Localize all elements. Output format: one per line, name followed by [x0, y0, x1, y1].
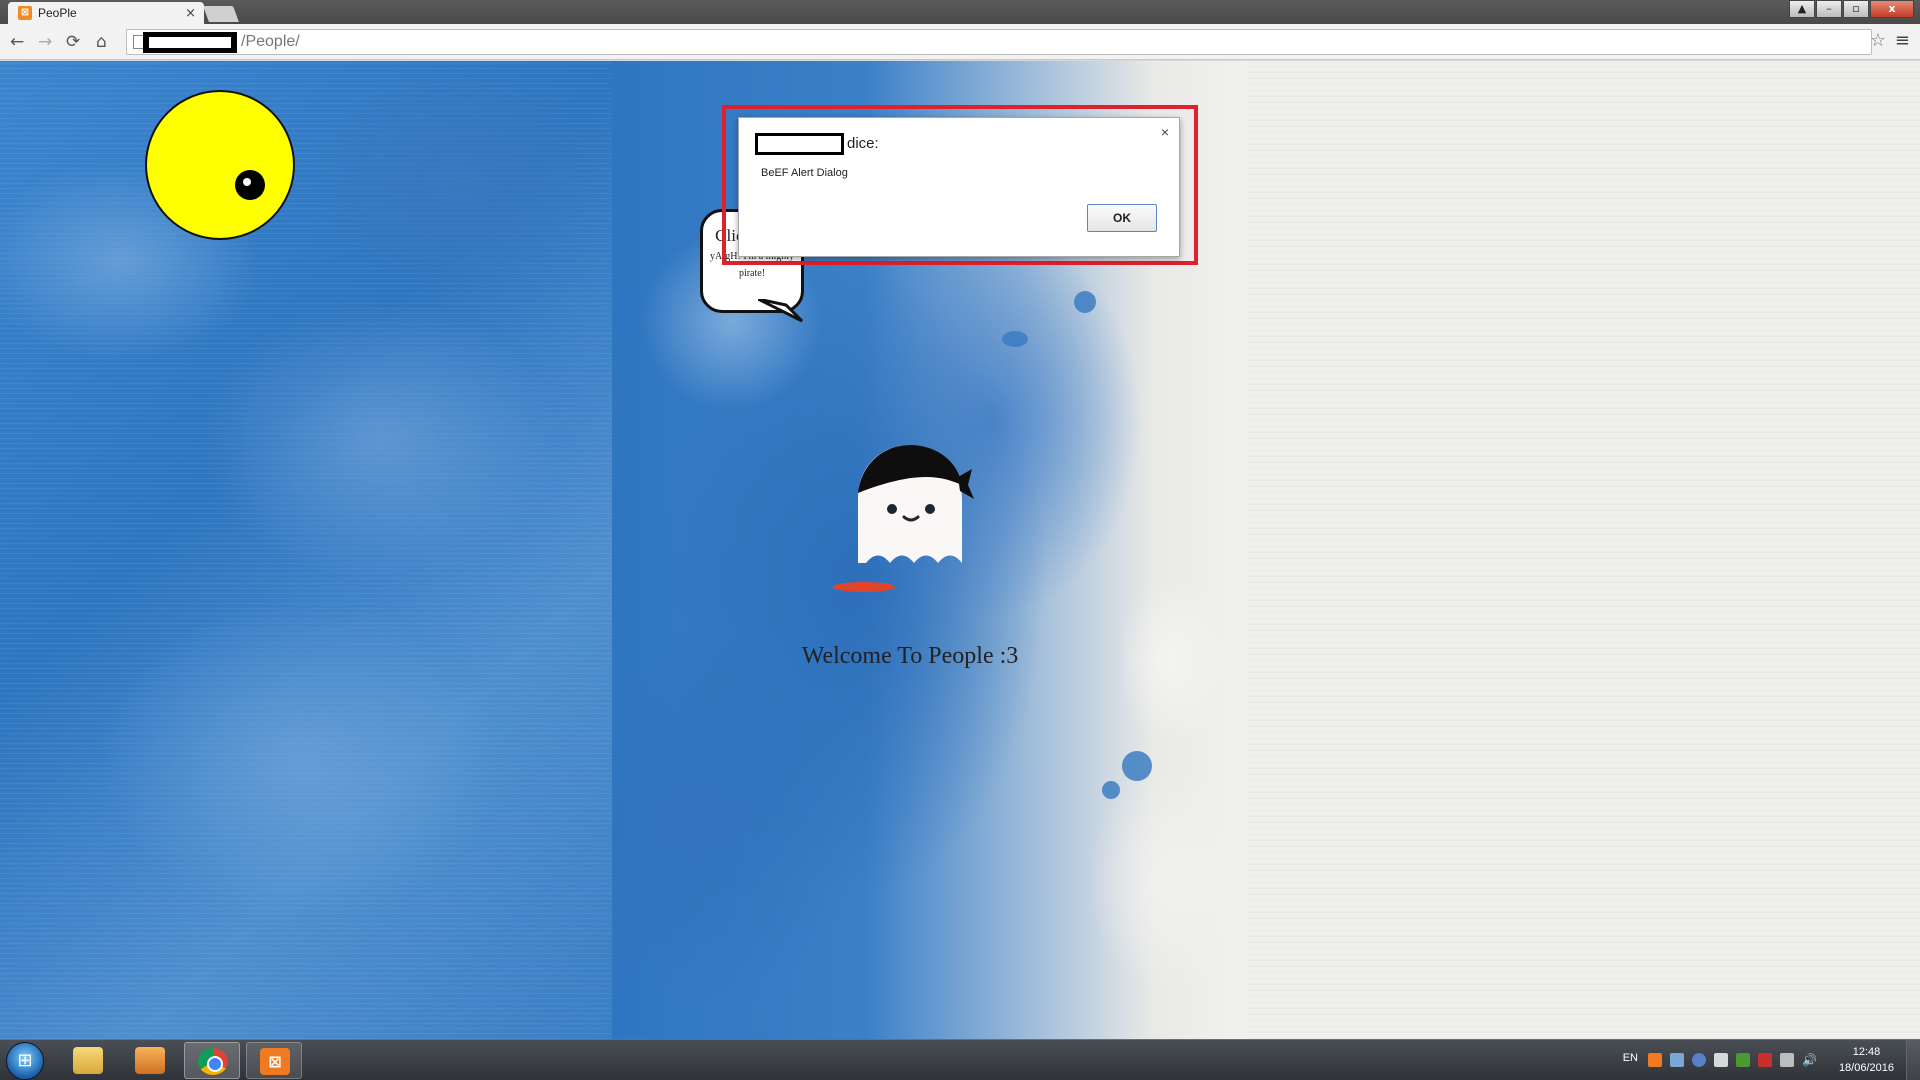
volume-icon[interactable]: 🔊: [1802, 1053, 1817, 1067]
ghost-shadow: [833, 582, 895, 592]
welcome-heading: Welcome To People :3: [801, 643, 1019, 669]
address-bar[interactable]: /People/: [126, 29, 1872, 55]
tab-close-icon[interactable]: ×: [185, 6, 196, 21]
bookmark-star-icon[interactable]: ☆: [1870, 30, 1886, 51]
chrome-icon: [198, 1048, 228, 1075]
paint-splat: [1074, 291, 1096, 313]
redacted-host: [143, 32, 237, 53]
bubble-tail: [758, 299, 804, 323]
eye-pupil: [235, 170, 265, 200]
show-desktop-button[interactable]: [1906, 1040, 1920, 1080]
device-tray-icon[interactable]: [1714, 1053, 1728, 1067]
redacted-origin: [755, 133, 844, 155]
left-splash-panel: [0, 61, 612, 1039]
paint-splat: [1002, 331, 1028, 347]
profile-icon[interactable]: ▲: [1789, 0, 1815, 18]
taskbar-media-player[interactable]: [122, 1042, 178, 1079]
back-icon[interactable]: ←: [10, 32, 24, 52]
taskbar-clock[interactable]: 12:48 18/06/2016: [1839, 1044, 1894, 1076]
forward-icon[interactable]: →: [38, 32, 52, 52]
javascript-alert-dialog: dice: × BeEF Alert Dialog OK: [738, 117, 1180, 257]
new-tab-button[interactable]: [203, 6, 239, 22]
language-indicator[interactable]: EN: [1623, 1052, 1638, 1064]
yellow-eye-ball: [145, 90, 295, 240]
nvidia-tray-icon[interactable]: [1736, 1053, 1750, 1067]
restore-button[interactable]: ▫: [1843, 0, 1869, 18]
tab-title: PeoPle: [38, 6, 77, 20]
taskbar-chrome[interactable]: [184, 1042, 240, 1079]
clock-time: 12:48: [1852, 1046, 1881, 1058]
media-player-icon: [135, 1047, 165, 1074]
right-paper-panel: [1248, 61, 1920, 1039]
window-controls: ▲ – ▫ x: [1788, 0, 1914, 20]
pirate-ghost[interactable]: [854, 441, 974, 571]
web-page: Click Me ! yArgH! I'm a mighty pirate! W…: [0, 61, 1920, 1039]
taskbar-explorer[interactable]: [60, 1042, 116, 1079]
home-icon[interactable]: ⌂: [96, 32, 107, 52]
connection-tray-icon[interactable]: [1780, 1053, 1794, 1067]
alert-origin-suffix: dice:: [847, 135, 879, 152]
xampp-favicon-icon: ⊠: [18, 6, 32, 20]
alert-ok-button[interactable]: OK: [1087, 204, 1157, 232]
network-tray-icon[interactable]: [1670, 1053, 1684, 1067]
alert-close-icon[interactable]: ×: [1161, 124, 1169, 140]
taskbar-xampp[interactable]: ⊠: [246, 1042, 302, 1079]
start-button[interactable]: ⊞: [6, 1042, 44, 1080]
windows-taskbar: ⊞ ⊠ EN 🔊 12:48 18/06/2016: [0, 1039, 1920, 1080]
reload-icon[interactable]: ⟳: [66, 32, 80, 52]
folder-icon: [73, 1047, 103, 1074]
eye-glint: [243, 178, 251, 186]
paint-splat: [1122, 751, 1152, 781]
xampp-tray-icon[interactable]: [1648, 1053, 1662, 1067]
xampp-icon: ⊠: [260, 1048, 290, 1075]
security-tray-icon[interactable]: [1692, 1053, 1706, 1067]
action-center-icon[interactable]: [1758, 1053, 1772, 1067]
browser-titlebar: ⊠ PeoPle × ▲ – ▫ x: [0, 0, 1920, 24]
url-path: /People/: [241, 33, 300, 50]
system-tray: EN 🔊 12:48 18/06/2016: [1600, 1040, 1920, 1080]
alert-message: BeEF Alert Dialog: [761, 167, 848, 179]
paint-splat: [1102, 781, 1120, 799]
browser-toolbar: ← → ⟳ ⌂ /People/ ☆ ≡: [0, 24, 1920, 60]
window-close-button[interactable]: x: [1870, 0, 1914, 18]
clock-date: 18/06/2016: [1838, 1062, 1894, 1074]
chrome-menu-icon[interactable]: ≡: [1895, 30, 1910, 51]
minimize-button[interactable]: –: [1816, 0, 1842, 18]
tab-people[interactable]: ⊠ PeoPle ×: [8, 2, 204, 24]
